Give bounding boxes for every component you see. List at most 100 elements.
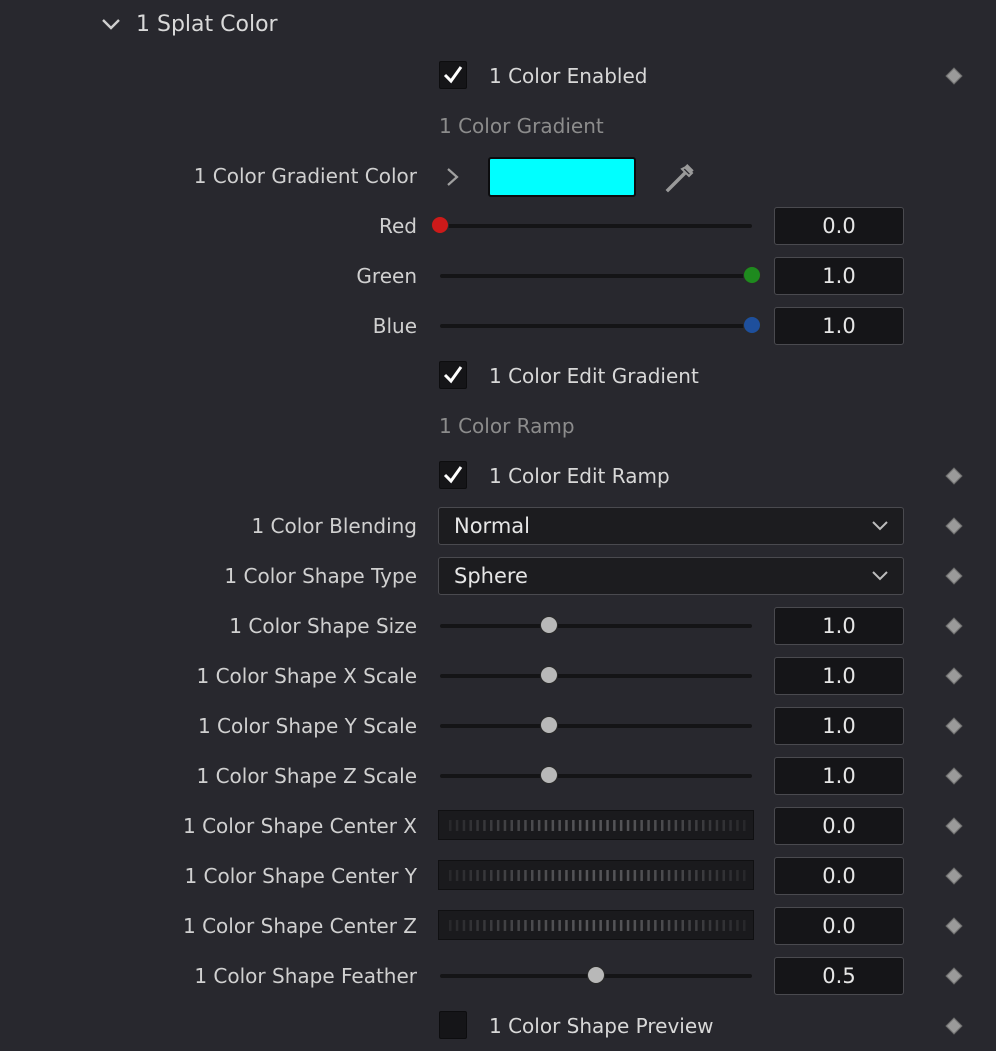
shape-y-scale-slider-thumb[interactable] — [540, 716, 559, 734]
thumbwheel-tick — [695, 870, 698, 881]
thumbwheel-tick — [715, 870, 719, 881]
shape-center-y-thumbwheel[interactable] — [438, 860, 754, 890]
shape-x-scale-slider-thumb[interactable] — [540, 666, 559, 684]
keyframe-diamond-icon[interactable] — [945, 817, 963, 835]
shape-z-scale-value-field[interactable]: 1.0 — [774, 757, 904, 795]
thumbwheel-tick — [476, 870, 479, 881]
thumbwheel-tick — [558, 920, 561, 931]
edit-gradient-checkbox[interactable] — [439, 361, 467, 389]
shape-x-scale-slider-track[interactable] — [440, 674, 752, 678]
keyframe-diamond-icon[interactable] — [945, 1017, 963, 1035]
thumbwheel-tick — [613, 870, 616, 881]
thumbwheel-tick — [524, 870, 527, 881]
shape-size-slider-thumb[interactable] — [540, 616, 559, 634]
thumbwheel-tick — [503, 870, 507, 881]
thumbwheel-tick — [510, 820, 513, 831]
thumbwheel-tick — [640, 920, 643, 931]
shape-center-x-thumbwheel[interactable] — [438, 810, 754, 840]
thumbwheel-tick — [702, 820, 705, 831]
shape-z-scale-slider-thumb[interactable] — [540, 766, 559, 784]
keyframe-diamond-icon[interactable] — [945, 567, 963, 585]
shape-x-scale-value-field[interactable]: 1.0 — [774, 657, 904, 695]
shape-center-z-value-field[interactable]: 0.0 — [774, 907, 904, 945]
blue-value-field[interactable]: 1.0 — [774, 307, 904, 345]
green-slider-thumb[interactable] — [743, 266, 761, 284]
color-enabled-checkbox[interactable] — [439, 61, 467, 89]
edit-gradient-label: 1 Color Edit Gradient — [489, 364, 699, 388]
keyframe-diamond-icon[interactable] — [945, 767, 963, 785]
row-shape-center-y: 1 Color Shape Center Y 0.0 — [0, 851, 996, 901]
thumbwheel-tick — [743, 920, 746, 931]
edit-ramp-checkbox[interactable] — [439, 461, 467, 489]
thumbwheel-tick — [674, 920, 678, 931]
shape-center-x-value-field[interactable]: 0.0 — [774, 807, 904, 845]
green-value-field[interactable]: 1.0 — [774, 257, 904, 295]
red-slider-track[interactable] — [440, 224, 752, 228]
row-edit-ramp: 1 Color Edit Ramp — [0, 451, 996, 501]
thumbwheel-tick — [565, 870, 568, 881]
thumbwheel-tick — [640, 870, 643, 881]
shape-feather-slider-thumb[interactable] — [587, 966, 605, 984]
thumbwheel-tick — [455, 870, 459, 881]
row-shape-center-z: 1 Color Shape Center Z 0.0 — [0, 901, 996, 951]
row-red: Red 0.0 — [0, 201, 996, 251]
shape-y-scale-value-field[interactable]: 1.0 — [774, 707, 904, 745]
thumbwheel-tick — [654, 820, 657, 831]
thumbwheel-tick — [654, 870, 657, 881]
thumbwheel-tick — [736, 820, 739, 831]
thumbwheel-tick — [551, 820, 555, 831]
thumbwheel-tick — [524, 820, 527, 831]
shape-size-value-field[interactable]: 1.0 — [774, 607, 904, 645]
thumbwheel-tick — [729, 870, 732, 881]
shape-z-scale-slider-track[interactable] — [440, 774, 752, 778]
color-swatch[interactable] — [488, 157, 636, 197]
shape-feather-value-field[interactable]: 0.5 — [774, 957, 904, 995]
blue-slider-track[interactable] — [440, 324, 752, 328]
thumbwheel-tick — [722, 820, 725, 831]
red-value-field[interactable]: 0.0 — [774, 207, 904, 245]
shape-center-z-thumbwheel[interactable] — [438, 910, 754, 940]
gradient-heading: 1 Color Gradient — [439, 114, 604, 138]
keyframe-diamond-icon[interactable] — [945, 667, 963, 685]
thumbwheel-tick — [702, 920, 705, 931]
thumbwheel-tick — [483, 820, 486, 831]
blending-dropdown[interactable]: Normal — [438, 507, 904, 545]
keyframe-diamond-icon[interactable] — [945, 517, 963, 535]
keyframe-diamond-icon[interactable] — [945, 917, 963, 935]
row-green: Green 1.0 — [0, 251, 996, 301]
row-blending: 1 Color Blending Normal — [0, 501, 996, 551]
thumbwheel-tick — [462, 920, 466, 931]
shape-type-dropdown[interactable]: Sphere — [438, 557, 904, 595]
section-title: 1 Splat Color — [136, 11, 278, 37]
thumbwheel-tick — [572, 820, 575, 831]
thumbwheel-tick — [681, 920, 684, 931]
eyedropper-icon[interactable] — [664, 163, 696, 195]
section-header-splat-color[interactable]: 1 Splat Color — [100, 6, 278, 42]
row-blue: Blue 1.0 — [0, 301, 996, 351]
thumbwheel-tick — [517, 820, 520, 831]
thumbwheel-tick — [619, 820, 623, 831]
thumbwheel-tick — [681, 820, 684, 831]
chevron-right-icon[interactable] — [443, 166, 463, 188]
keyframe-diamond-icon[interactable] — [945, 967, 963, 985]
shape-y-scale-slider-track[interactable] — [440, 724, 752, 728]
keyframe-diamond-icon[interactable] — [945, 467, 963, 485]
thumbwheel-tick — [667, 820, 671, 831]
thumbwheel-tick — [743, 870, 746, 881]
keyframe-diamond-icon[interactable] — [945, 617, 963, 635]
row-gradient-heading: 1 Color Gradient — [0, 101, 996, 151]
keyframe-diamond-icon[interactable] — [945, 867, 963, 885]
keyframe-diamond-icon[interactable] — [945, 67, 963, 85]
row-ramp-heading: 1 Color Ramp — [0, 401, 996, 451]
shape-center-y-value-field[interactable]: 0.0 — [774, 857, 904, 895]
blue-slider-thumb[interactable] — [743, 316, 761, 334]
chevron-down-icon[interactable] — [100, 13, 122, 35]
green-slider-track[interactable] — [440, 274, 752, 278]
shape-preview-checkbox[interactable] — [439, 1011, 467, 1039]
shape-size-slider-track[interactable] — [440, 624, 752, 628]
keyframe-diamond-icon[interactable] — [945, 717, 963, 735]
red-slider-thumb[interactable] — [431, 216, 449, 234]
row-gradient-color: 1 Color Gradient Color — [0, 151, 996, 201]
thumbwheel-tick — [551, 920, 555, 931]
thumbwheel-tick — [565, 820, 568, 831]
